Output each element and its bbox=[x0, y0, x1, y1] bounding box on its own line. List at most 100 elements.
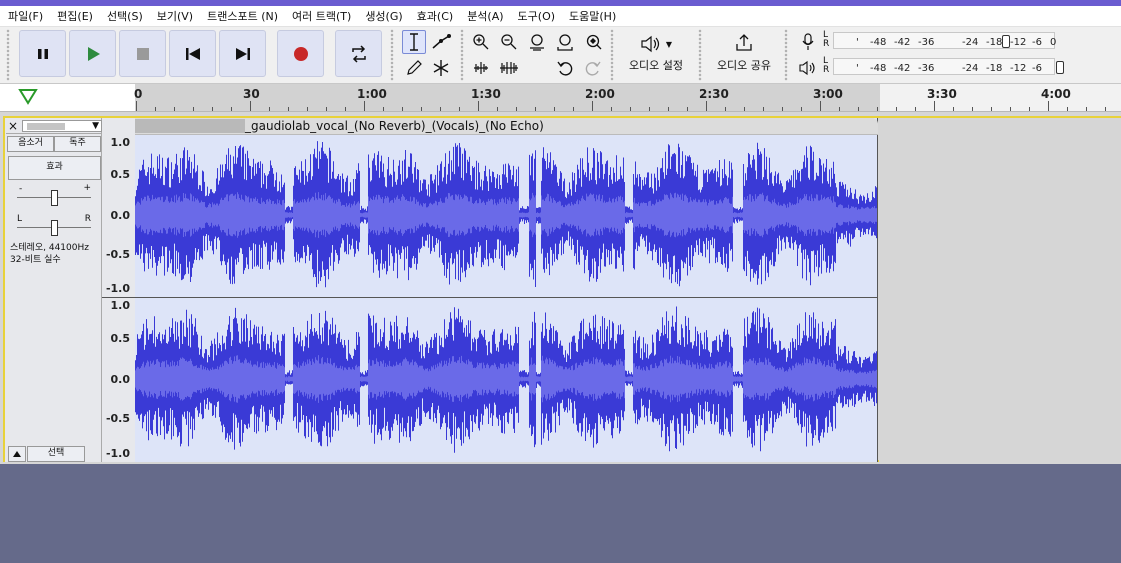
undo-button[interactable] bbox=[553, 56, 577, 80]
i-beam-icon bbox=[410, 33, 418, 51]
menu-file[interactable]: 파일(F) bbox=[0, 8, 49, 24]
vertical-amplitude-ruler[interactable]: 1.0 0.5 0.0 -0.5 -1.0 1.0 0.5 0.0 -0.5 -… bbox=[102, 118, 135, 462]
selection-tool[interactable] bbox=[402, 30, 426, 54]
playback-meter[interactable]: LR ' -48 -42 -36 -24 -18 -12 -6 bbox=[823, 56, 1064, 77]
zoom-fit-selection-icon bbox=[530, 34, 544, 51]
toolbar-grip-tools[interactable] bbox=[390, 29, 394, 81]
timeline-ruler[interactable]: 0 30 1:00 1:30 2:00 2:30 3:00 3:30 4:00 bbox=[0, 84, 1121, 112]
skip-to-end-button[interactable] bbox=[219, 30, 266, 77]
timeline-tick bbox=[497, 107, 498, 111]
menu-generate[interactable]: 생성(G) bbox=[357, 8, 408, 24]
menu-edit[interactable]: 편집(E) bbox=[49, 8, 99, 24]
select-track-button[interactable]: 선택 bbox=[27, 446, 85, 462]
track-empty-area[interactable] bbox=[879, 118, 1121, 462]
track-close-button[interactable]: × bbox=[6, 119, 20, 133]
timeline-tick bbox=[573, 107, 574, 111]
menu-analyze[interactable]: 분석(A) bbox=[459, 8, 509, 24]
zoom-toggle-icon bbox=[586, 34, 602, 50]
gain-thumb[interactable] bbox=[51, 190, 58, 206]
menu-tools[interactable]: 도구(O) bbox=[510, 8, 561, 24]
timeline-tick bbox=[820, 101, 821, 111]
track-name-menu[interactable]: ▼ bbox=[22, 120, 102, 132]
speaker-icon: ▼ bbox=[640, 35, 672, 53]
vscale-bottom-5: -1.0 bbox=[105, 447, 130, 460]
timeline-label: 4:00 bbox=[1041, 87, 1071, 101]
timeline-tick bbox=[763, 107, 764, 111]
share-audio-button[interactable]: 오디오 공유 bbox=[708, 29, 780, 79]
audio-clip[interactable] bbox=[135, 118, 878, 462]
clip-title-bar[interactable]: _gaudiolab_vocal_(No Reverb)_(Vocals)_(N… bbox=[135, 118, 878, 135]
silence-button[interactable] bbox=[497, 56, 521, 80]
trim-button[interactable] bbox=[469, 56, 493, 80]
timeline-tick bbox=[1010, 107, 1011, 111]
menu-help[interactable]: 도움말(H) bbox=[561, 8, 622, 24]
skip-to-start-button[interactable] bbox=[169, 30, 216, 77]
timeline-label: 30 bbox=[243, 87, 260, 101]
toolbar-grip-share[interactable] bbox=[698, 29, 702, 81]
multi-tool[interactable] bbox=[429, 56, 453, 80]
undo-icon bbox=[557, 61, 573, 76]
pause-button[interactable] bbox=[19, 30, 66, 77]
fit-project-button[interactable] bbox=[553, 30, 577, 54]
pan-thumb[interactable] bbox=[51, 220, 58, 236]
timeline-label: 2:30 bbox=[699, 87, 729, 101]
track-control-panel: × ▼ 음소거 독주 효과 - + L R 스테레오, 44100Hz 32-비… bbox=[5, 118, 102, 462]
play-button[interactable] bbox=[69, 30, 116, 77]
loop-button[interactable] bbox=[335, 30, 382, 77]
meter-lr-label: LR bbox=[823, 56, 830, 75]
effects-button[interactable]: 효과 bbox=[8, 156, 101, 180]
menu-effect[interactable]: 효과(C) bbox=[409, 8, 460, 24]
timeline-tick bbox=[896, 107, 897, 111]
gain-slider[interactable]: - + bbox=[13, 183, 95, 206]
draw-tool[interactable] bbox=[402, 56, 426, 80]
track-header: × ▼ bbox=[6, 119, 102, 134]
timeline-tick bbox=[1105, 107, 1106, 111]
envelope-icon bbox=[432, 34, 451, 49]
vscale-bottom-4: -0.5 bbox=[105, 412, 130, 425]
timeline-tick bbox=[953, 107, 954, 111]
vscale-top-1: 1.0 bbox=[110, 136, 131, 149]
mute-button[interactable]: 음소거 bbox=[7, 136, 54, 152]
pan-slider[interactable]: L R bbox=[13, 214, 95, 236]
record-meter[interactable]: LR ' -48 -42 -36 -24 -18 -12 -6 0 bbox=[823, 31, 1063, 51]
envelope-tool[interactable] bbox=[429, 30, 453, 54]
record-meter-slider[interactable] bbox=[1002, 35, 1010, 48]
zoom-toggle-button[interactable] bbox=[581, 30, 605, 54]
timeline-tick bbox=[364, 101, 365, 111]
menu-view[interactable]: 보기(V) bbox=[149, 8, 199, 24]
playback-meter-slider[interactable] bbox=[1056, 61, 1064, 74]
menu-tracks[interactable]: 여러 트랙(T) bbox=[284, 8, 357, 24]
fit-selection-button[interactable] bbox=[525, 30, 549, 54]
menu-select[interactable]: 선택(S) bbox=[99, 8, 149, 24]
toolbar-grip[interactable] bbox=[6, 29, 10, 81]
timeline-tick bbox=[516, 107, 517, 111]
timeline-tick bbox=[307, 107, 308, 111]
collapse-button[interactable] bbox=[8, 446, 26, 462]
record-meter-scale: ' -48 -42 -36 -24 -18 -12 -6 0 bbox=[833, 32, 1056, 49]
zoom-out-button[interactable] bbox=[497, 30, 521, 54]
record-button[interactable] bbox=[277, 30, 324, 77]
record-meter-button[interactable] bbox=[796, 30, 820, 54]
zoom-in-button[interactable] bbox=[469, 30, 493, 54]
chevron-down-icon: ▼ bbox=[665, 39, 673, 49]
audio-setup-button[interactable]: ▼ 오디오 설정 bbox=[620, 29, 692, 79]
toolbar-grip-edit[interactable] bbox=[460, 29, 464, 81]
speaker-meter-icon bbox=[799, 60, 815, 76]
waveform[interactable] bbox=[135, 118, 878, 462]
stop-button[interactable] bbox=[119, 30, 166, 77]
empty-track-space[interactable] bbox=[0, 465, 1121, 563]
toolbar-grip-meters[interactable] bbox=[784, 29, 788, 81]
timeline-tick bbox=[877, 107, 878, 111]
timeline-options-icon[interactable] bbox=[18, 87, 38, 107]
timeline-tick bbox=[421, 107, 422, 111]
timeline-tick bbox=[782, 107, 783, 111]
track-info-format: 스테레오, 44100Hz bbox=[10, 243, 89, 253]
redo-button[interactable] bbox=[581, 56, 605, 80]
timeline-tick bbox=[136, 101, 137, 111]
toolbar-grip-audio[interactable] bbox=[610, 29, 614, 81]
solo-button[interactable]: 독주 bbox=[54, 136, 101, 152]
menu-transport[interactable]: 트랜스포트 (N) bbox=[199, 8, 284, 24]
playback-meter-button[interactable] bbox=[796, 56, 820, 80]
toolbar: ▼ 오디오 설정 오디오 공유 LR ' -48 -42 -36 -24 -18… bbox=[0, 27, 1121, 84]
play-icon bbox=[87, 46, 100, 61]
